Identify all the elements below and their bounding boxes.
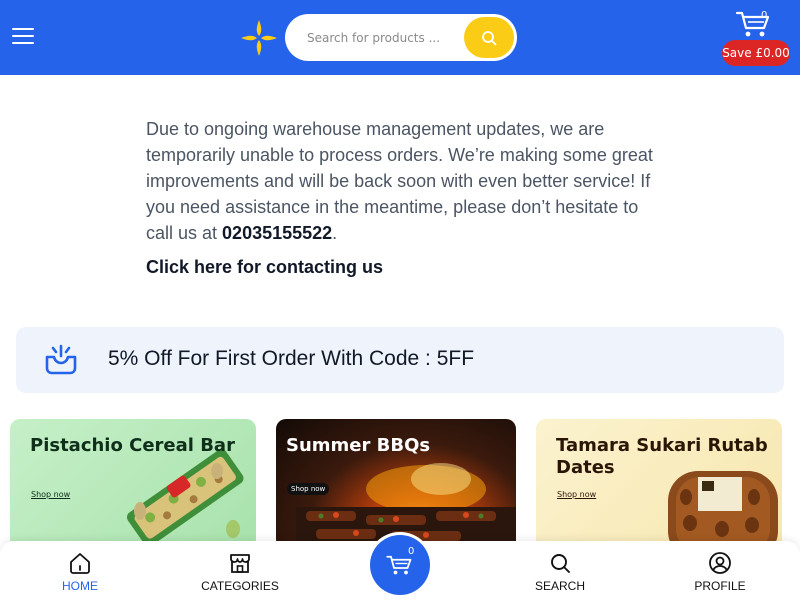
floating-cart-count: 0 — [408, 546, 415, 557]
nav-home[interactable]: HOME — [30, 551, 130, 597]
banner-title: Tamara Sukari Rutab Dates — [556, 435, 768, 478]
home-icon — [70, 553, 90, 574]
hamburger-menu-icon[interactable] — [12, 28, 34, 44]
shop-now-link[interactable]: Shop now — [31, 490, 70, 499]
gift-box-icon — [45, 344, 77, 375]
search-input[interactable] — [307, 27, 457, 49]
nav-profile[interactable]: PROFILE — [670, 551, 770, 597]
nav-search[interactable]: SEARCH — [510, 551, 610, 597]
notice-period: . — [332, 223, 338, 243]
banner-title: Summer BBQs — [286, 435, 431, 456]
notice-message: Due to ongoing warehouse management upda… — [146, 116, 666, 246]
banner-summer-bbqs[interactable]: Summer BBQs Shop now — [276, 419, 516, 549]
contact-link[interactable]: Click here for contacting us — [146, 257, 383, 278]
user-circle-icon — [709, 552, 731, 574]
search-icon — [551, 554, 570, 573]
banner-pistachio-cereal-bar[interactable]: Pistachio Cereal Bar Shop now — [10, 419, 256, 549]
save-badge: Save £0.00 — [722, 40, 790, 66]
promo-text: 5% Off For First Order With Code : 5FF — [108, 347, 475, 370]
cart-count: 0 — [761, 10, 768, 21]
search-button[interactable] — [464, 17, 514, 58]
nav-categories[interactable]: CATEGORIES — [190, 551, 290, 597]
nav-home-label: HOME — [62, 579, 98, 593]
store-icon — [230, 554, 250, 573]
shop-now-link[interactable]: Shop now — [557, 490, 596, 499]
floating-cart-circle: 0 — [370, 535, 430, 595]
shop-now-link[interactable]: Shop now — [287, 483, 330, 495]
dates-box-image — [668, 471, 778, 549]
nav-search-label: SEARCH — [534, 579, 585, 593]
floating-cart-button[interactable]: 0 — [367, 532, 433, 598]
banner-title: Pistachio Cereal Bar — [30, 435, 235, 456]
logo-icon[interactable] — [239, 18, 279, 58]
promo-banner: 5% Off For First Order With Code : 5FF — [16, 327, 784, 393]
top-header: 0 Save £0.00 — [0, 0, 800, 75]
nav-profile-label: PROFILE — [694, 579, 746, 593]
search-icon — [482, 30, 497, 45]
search-box — [285, 14, 517, 61]
cart-icon[interactable] — [734, 8, 774, 40]
nav-categories-label: CATEGORIES — [201, 579, 279, 593]
notice-phone[interactable]: 02035155522 — [222, 223, 332, 243]
banner-tamara-sukari-rutab-dates[interactable]: Tamara Sukari Rutab Dates Shop now — [536, 419, 782, 549]
